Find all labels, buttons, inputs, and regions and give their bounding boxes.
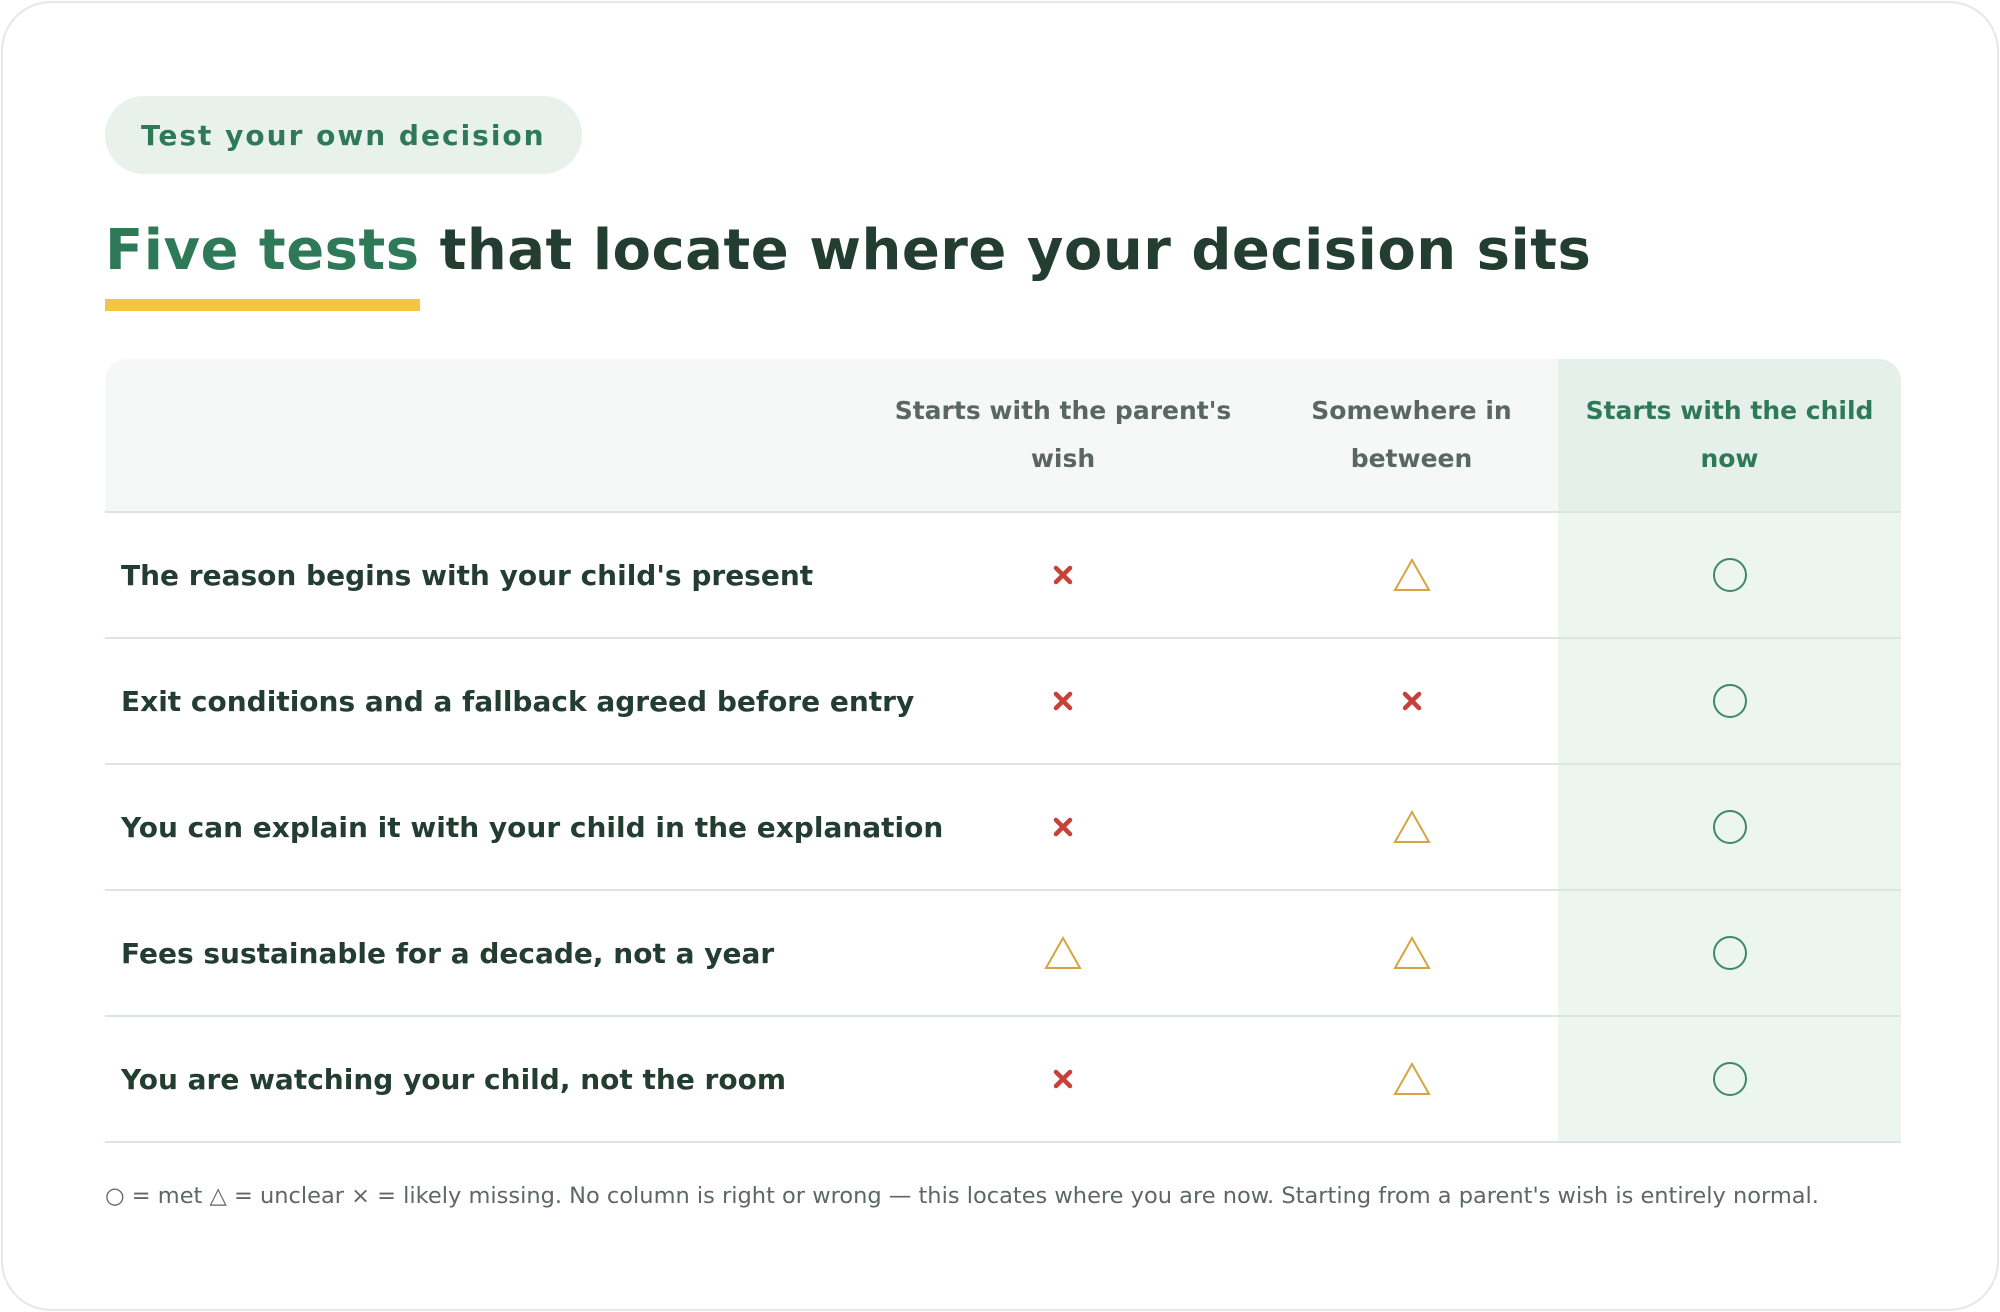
cross-icon [1053, 1069, 1073, 1089]
cross-icon [1053, 691, 1073, 711]
cell-child-now [1558, 639, 1901, 763]
triangle-icon [1392, 809, 1431, 843]
content-card: Test your own decision Five tests that l… [1, 1, 1999, 1311]
row-label: The reason begins with your child's pres… [121, 558, 814, 592]
table-row: Fees sustainable for a decade, not a yea… [105, 891, 1901, 1017]
cell-parent-wish [861, 639, 1265, 763]
row-label-cell: Exit conditions and a fallback agreed be… [105, 639, 914, 763]
circle-icon [1712, 684, 1747, 718]
cell-parent-wish [861, 1017, 1265, 1141]
cell-child-now [1558, 891, 1901, 1015]
cell-parent-wish [861, 891, 1265, 1015]
row-label: You are watching your child, not the roo… [121, 1062, 787, 1096]
column-header-parent-wish: Starts with the parent's wish [894, 396, 1232, 473]
row-label-cell: The reason begins with your child's pres… [105, 513, 861, 637]
cross-icon [1053, 565, 1073, 585]
cell-in-between [1265, 1017, 1558, 1141]
triangle-icon [1392, 557, 1431, 591]
cell-in-between [1265, 639, 1558, 763]
column-header-child-now: Starts with the child now [1558, 359, 1901, 511]
cell-parent-wish [861, 513, 1265, 637]
cell-parent-wish [861, 765, 1265, 889]
triangle-icon [1044, 935, 1082, 969]
table-header: Starts with the parent's wish Somewhere … [105, 359, 1901, 513]
page-title: Five tests that locate where your decisi… [105, 215, 1592, 311]
cross-icon [1053, 817, 1073, 837]
row-label-cell: You can explain it with your child in th… [105, 765, 943, 889]
cell-in-between [1265, 513, 1558, 637]
table-row: The reason begins with your child's pres… [105, 513, 1901, 639]
circle-icon [1712, 1062, 1747, 1096]
circle-icon [1712, 558, 1747, 592]
circle-icon [1712, 936, 1747, 970]
title-accent: Five tests [105, 215, 420, 311]
cross-icon [1402, 691, 1421, 711]
row-label: You can explain it with your child in th… [121, 810, 944, 844]
decision-table: Starts with the parent's wish Somewhere … [105, 359, 1901, 1143]
table-row: You can explain it with your child in th… [105, 765, 1901, 891]
row-label-cell: You are watching your child, not the roo… [105, 1017, 861, 1141]
table-row: Exit conditions and a fallback agreed be… [105, 639, 1901, 765]
triangle-icon [1392, 935, 1431, 969]
legend-footnote: ○ = met △ = unclear × = likely missing. … [105, 1183, 1819, 1209]
cell-in-between [1265, 891, 1558, 1015]
cell-child-now [1558, 513, 1901, 637]
cell-child-now [1558, 765, 1901, 889]
title-rest: that locate where your decision sits [419, 218, 1592, 283]
table-body: The reason begins with your child's pres… [105, 513, 1901, 1143]
circle-icon [1712, 810, 1747, 844]
section-badge: Test your own decision [105, 96, 582, 174]
row-label: Exit conditions and a fallback agreed be… [121, 684, 915, 718]
column-header-in-between: Somewhere in between [1311, 396, 1512, 473]
triangle-icon [1392, 1061, 1431, 1095]
row-label: Fees sustainable for a decade, not a yea… [121, 936, 775, 970]
cell-in-between [1265, 765, 1558, 889]
header-empty-cell [105, 359, 861, 511]
cell-child-now [1558, 1017, 1901, 1141]
row-label-cell: Fees sustainable for a decade, not a yea… [105, 891, 861, 1015]
table-row: You are watching your child, not the roo… [105, 1017, 1901, 1143]
